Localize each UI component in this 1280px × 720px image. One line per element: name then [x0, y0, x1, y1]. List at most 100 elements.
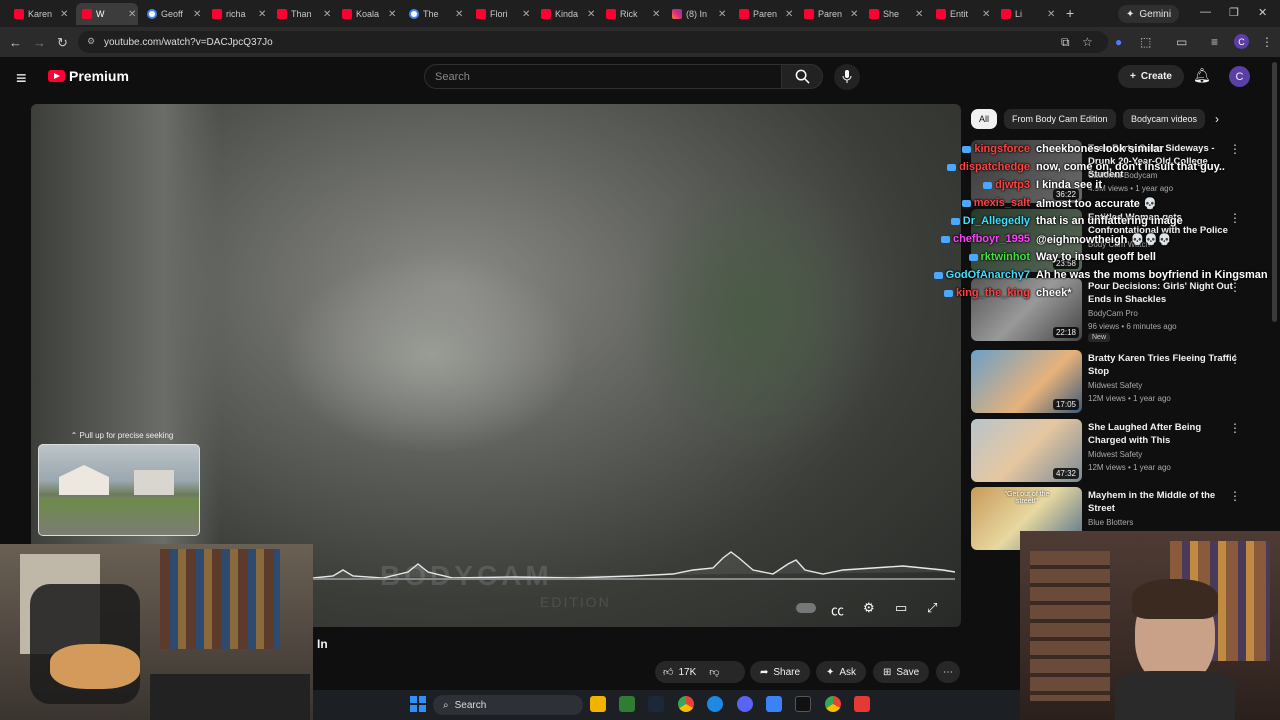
chat-username[interactable]: dispatchedge: [947, 161, 1030, 173]
close-window-icon[interactable]: ✕: [1258, 6, 1267, 19]
minimize-icon[interactable]: —: [1200, 6, 1211, 18]
more-actions-icon[interactable]: ⋯: [936, 661, 960, 683]
install-app-icon[interactable]: ⧉: [1061, 35, 1070, 50]
save-button[interactable]: ⊞ Save: [873, 661, 930, 683]
new-tab-button[interactable]: +: [1066, 5, 1074, 21]
extensions-puzzle-icon[interactable]: ⬚: [1140, 35, 1151, 49]
app-icon-2[interactable]: [766, 696, 782, 712]
tab-13[interactable]: Paren ✕: [798, 3, 860, 25]
chevron-right-icon[interactable]: ›: [1215, 112, 1219, 126]
tab-4[interactable]: richa ✕: [206, 3, 268, 25]
more-options-icon[interactable]: ⋮: [1229, 280, 1241, 294]
close-tab-icon[interactable]: ✕: [718, 9, 726, 20]
windows-start-icon[interactable]: [410, 696, 426, 712]
video-thumbnail[interactable]: 17:05: [971, 350, 1082, 413]
settings-gear-icon[interactable]: ⚙: [863, 600, 875, 616]
app-icon[interactable]: [619, 696, 635, 712]
sidepanel-icon[interactable]: ▭: [1176, 35, 1187, 49]
tab-1[interactable]: Karen ✕: [8, 3, 70, 25]
close-tab-icon[interactable]: ✕: [193, 9, 201, 20]
chat-username[interactable]: chefboyr_1995: [940, 233, 1030, 245]
video-title[interactable]: Pour Decisions: Girls' Night Out Ends in…: [1088, 280, 1238, 306]
scrollbar[interactable]: [1272, 62, 1277, 322]
app-icon-blue[interactable]: [707, 696, 723, 712]
close-tab-icon[interactable]: ✕: [522, 9, 530, 20]
tab-15[interactable]: Entit ✕: [930, 3, 992, 25]
profile-avatar[interactable]: C: [1234, 34, 1249, 49]
close-tab-icon[interactable]: ✕: [1047, 9, 1055, 20]
recommendation-item[interactable]: 17:05 Bratty Karen Tries Fleeing Traffic …: [971, 350, 1271, 414]
heatmap-waveform[interactable]: [313, 548, 955, 584]
chat-username[interactable]: mexis_salt: [961, 197, 1030, 209]
steam-icon[interactable]: [648, 696, 664, 712]
chip-bodycam-videos[interactable]: Bodycam videos: [1123, 109, 1206, 129]
more-options-icon[interactable]: ⋮: [1229, 352, 1241, 366]
bookmark-star-icon[interactable]: ☆: [1082, 35, 1093, 49]
tab-16[interactable]: Li ✕: [995, 3, 1057, 25]
theater-mode-icon[interactable]: ▭: [895, 600, 907, 616]
gemini-button[interactable]: ✦ Gemini: [1118, 5, 1180, 23]
tab-5[interactable]: Than ✕: [271, 3, 333, 25]
search-button[interactable]: [781, 64, 823, 89]
fullscreen-icon[interactable]: ⤢: [927, 600, 937, 616]
close-tab-icon[interactable]: ✕: [455, 9, 463, 20]
chip-from-body-cam-edition[interactable]: From Body Cam Edition: [1004, 109, 1116, 129]
forward-icon[interactable]: →: [33, 35, 46, 50]
close-tab-icon[interactable]: ✕: [915, 9, 923, 20]
close-tab-icon[interactable]: ✕: [323, 9, 331, 20]
tab-11[interactable]: (8) In ✕: [666, 3, 728, 25]
chat-username[interactable]: djwtp3: [983, 179, 1030, 191]
channel-name[interactable]: Midwest Safety: [1088, 450, 1142, 459]
close-tab-icon[interactable]: ✕: [785, 9, 793, 20]
tab-7[interactable]: The ✕: [403, 3, 465, 25]
notifications-bell-icon[interactable]: 🔔︎: [1193, 67, 1211, 84]
close-tab-icon[interactable]: ✕: [60, 9, 68, 20]
tab-12[interactable]: Paren ✕: [733, 3, 795, 25]
channel-name[interactable]: BodyCam Pro: [1088, 309, 1138, 318]
youtube-logo[interactable]: Premium: [48, 68, 129, 84]
address-bar[interactable]: ⚙ youtube.com/watch?v=DACJpcQ37Jo: [78, 31, 1108, 53]
share-button[interactable]: ➦ Share: [750, 661, 811, 683]
tab-14[interactable]: She ✕: [863, 3, 925, 25]
chrome-icon-active[interactable]: [825, 696, 841, 712]
tab-3[interactable]: Geoff ✕: [141, 3, 203, 25]
app-icon-3[interactable]: [795, 696, 811, 712]
tab-2[interactable]: W ✕: [76, 3, 138, 25]
video-title[interactable]: She Laughed After Being Charged with Thi…: [1088, 421, 1238, 447]
site-info-icon[interactable]: ⚙: [87, 36, 95, 47]
search-input[interactable]: Search: [424, 64, 782, 89]
taskbar-search[interactable]: ⌕ Search: [433, 695, 583, 715]
close-tab-icon[interactable]: ✕: [388, 9, 396, 20]
browser-menu-icon[interactable]: ⋮: [1261, 35, 1273, 49]
tab-8[interactable]: Flori ✕: [470, 3, 532, 25]
close-tab-icon[interactable]: ✕: [652, 9, 660, 20]
video-title[interactable]: Mayhem in the Middle of the Street: [1088, 489, 1238, 515]
close-tab-icon[interactable]: ✕: [128, 9, 136, 20]
like-button[interactable]: 👍︎ 17K: [663, 666, 696, 679]
chrome-icon[interactable]: [678, 696, 694, 712]
reload-icon[interactable]: ↻: [57, 35, 68, 51]
app-icon-red[interactable]: [854, 696, 870, 712]
back-icon[interactable]: ←: [9, 35, 22, 50]
avatar[interactable]: C: [1229, 66, 1250, 87]
file-explorer-icon[interactable]: [590, 696, 606, 712]
extension-icon[interactable]: ●: [1115, 35, 1122, 49]
hamburger-menu-icon[interactable]: ≡: [16, 68, 27, 89]
chip-all[interactable]: All: [971, 109, 998, 129]
close-tab-icon[interactable]: ✕: [850, 9, 858, 20]
thumbs-down-icon[interactable]: 👎︎: [709, 666, 719, 678]
maximize-icon[interactable]: ❐: [1229, 6, 1239, 19]
close-tab-icon[interactable]: ✕: [982, 9, 990, 20]
tab-9[interactable]: Kinda ✕: [535, 3, 597, 25]
channel-name[interactable]: Midwest Safety: [1088, 381, 1142, 390]
channel-name[interactable]: Blue Blotters: [1088, 518, 1133, 527]
tab-10[interactable]: Rick ✕: [600, 3, 662, 25]
autoplay-toggle[interactable]: [796, 603, 816, 613]
tab-6[interactable]: Koala ✕: [336, 3, 398, 25]
ask-button[interactable]: ✦ Ask: [816, 661, 867, 683]
chat-username[interactable]: kingsforce: [962, 143, 1030, 155]
captions-icon[interactable]: ㏄: [831, 600, 844, 619]
media-control-icon[interactable]: ≡: [1211, 35, 1218, 49]
chat-username[interactable]: king_the_king: [944, 287, 1030, 299]
video-title[interactable]: Bratty Karen Tries Fleeing Traffic Stop: [1088, 352, 1238, 378]
